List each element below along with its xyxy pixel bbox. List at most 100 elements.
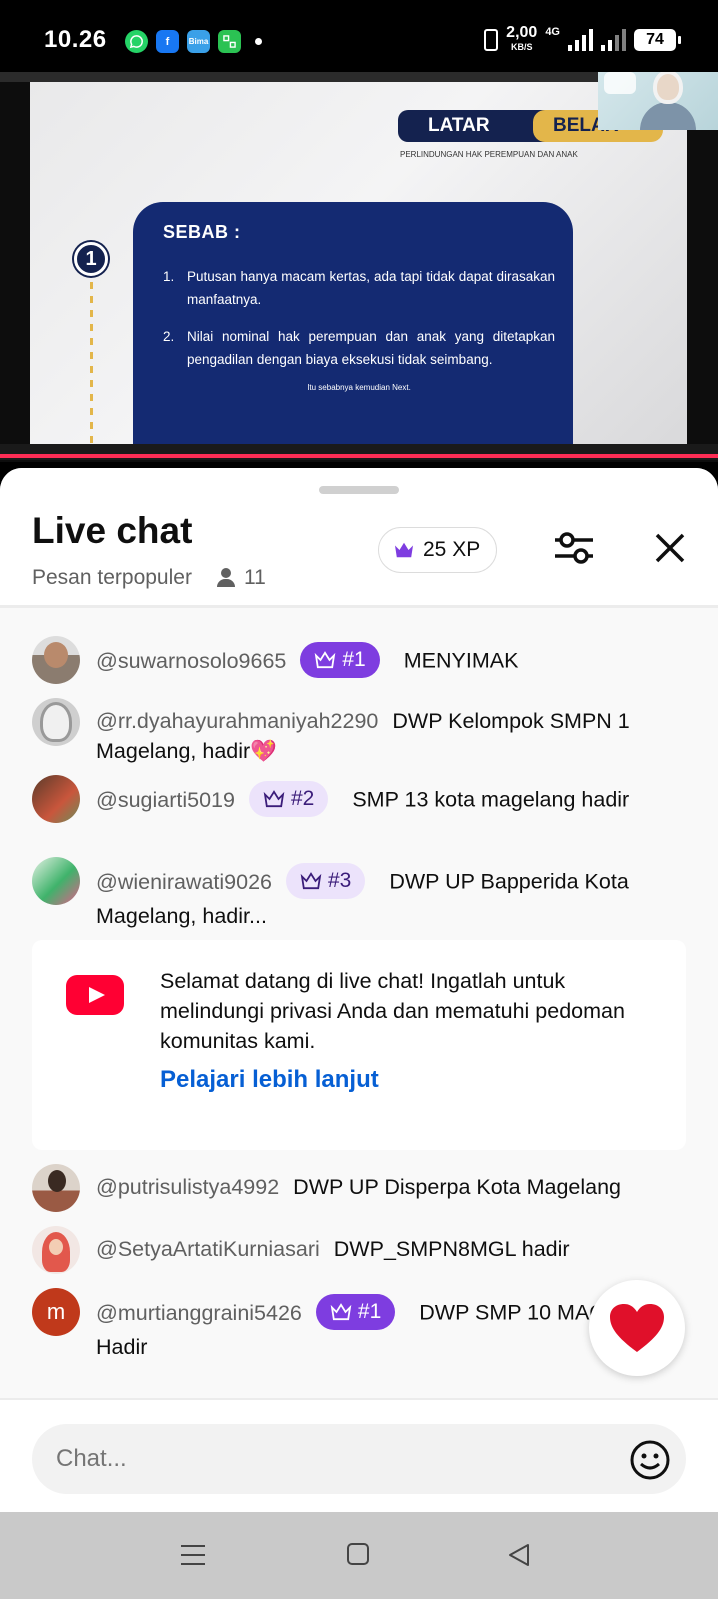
rank-label: #3 <box>328 869 352 892</box>
message-author: @SetyaArtatiKurniasari <box>96 1237 320 1261</box>
more-notifications-icon <box>255 38 262 45</box>
message-author: @murtianggraini5426 <box>96 1300 302 1325</box>
xp-badge[interactable]: 25 XP <box>378 527 498 573</box>
chat-message[interactable]: @wienirawati9026 #3 DWP UP Bapperida Kota … <box>32 857 692 928</box>
home-icon[interactable] <box>347 1543 369 1565</box>
system-nav-bar <box>0 1512 718 1599</box>
message-author: @rr.dyahayurahmaniyah2290 <box>96 709 379 733</box>
avatar[interactable] <box>32 698 80 746</box>
slide-subheading: PERLINDUNGAN HAK PEREMPUAN DAN ANAK <box>400 150 578 159</box>
slide-point-text: Putusan hanya macam kertas, ada tapi tid… <box>187 269 555 307</box>
avatar[interactable] <box>32 1164 80 1212</box>
network-speed: 2,00 KB/S <box>506 25 537 54</box>
message-body: @putrisulistya4992 DWP UP Disperpa Kota M… <box>96 1172 696 1202</box>
speaker-camera <box>598 72 718 130</box>
slide-heading-1: LATAR <box>428 115 490 136</box>
rank-badge: #1 <box>300 642 380 678</box>
person-icon <box>216 568 236 588</box>
network-speed-unit: KB/S <box>510 42 533 52</box>
camera-logo <box>604 72 636 94</box>
chat-message[interactable]: @SetyaArtatiKurniasari DWP_SMPN8MGL hadir <box>32 1226 692 1274</box>
video-progress-bar[interactable] <box>0 454 718 458</box>
message-author: @suwarnosolo9665 <box>96 648 287 673</box>
facebook-icon: f <box>156 30 179 53</box>
chat-input[interactable] <box>32 1424 686 1494</box>
presentation-slide: LATAR BELAK PERLINDUNGAN HAK PEREMPUAN D… <box>30 82 687 452</box>
message-body: @rr.dyahayurahmaniyah2290 DWP Kelompok SM… <box>96 706 696 766</box>
live-chat-header: Live chat Pesan terpopuler 11 25 XP <box>0 468 718 608</box>
slide-point: 2. Nilai nominal hak perempuan dan anak … <box>163 325 555 371</box>
avatar-letter: m <box>46 1299 66 1324</box>
slide-timeline <box>90 282 93 447</box>
heart-reaction-button[interactable] <box>589 1280 685 1376</box>
avatar[interactable]: m <box>32 1288 80 1336</box>
welcome-card: Selamat datang di live chat! Ingatlah un… <box>32 940 686 1150</box>
avatar[interactable] <box>32 857 80 905</box>
signal-icon <box>568 29 593 51</box>
network-type: 4G <box>545 26 560 38</box>
close-icon[interactable] <box>652 530 688 566</box>
live-chat-panel: Live chat Pesan terpopuler 11 25 XP @suw… <box>0 468 718 1514</box>
crown-icon <box>330 1303 352 1321</box>
speaker-body <box>640 102 696 130</box>
whatsapp-icon <box>125 30 148 53</box>
message-author: @sugiarti5019 <box>96 787 235 812</box>
live-chat-title: Live chat <box>32 510 193 551</box>
slide-point-text: Nilai nominal hak perempuan dan anak yan… <box>187 329 555 367</box>
chat-mode-label: Pesan terpopuler <box>32 566 192 589</box>
slide-point: 1. Putusan hanya macam kertas, ada tapi … <box>163 265 555 311</box>
crown-icon <box>315 651 336 669</box>
chat-mode-selector[interactable]: Pesan terpopuler 11 <box>32 566 266 590</box>
vibrate-icon <box>484 29 499 51</box>
message-body: @wienirawati9026 #3 DWP UP Bapperida Kota … <box>96 863 696 931</box>
message-body: @suwarnosolo9665 #1 MENYIMAK <box>96 642 696 680</box>
app-icon <box>218 30 241 53</box>
chat-message[interactable]: @suwarnosolo9665 #1 MENYIMAK <box>32 636 692 684</box>
slide-box-title: SEBAB : <box>163 222 241 242</box>
battery-icon: 74 <box>634 29 681 51</box>
bima-app-icon: Bima <box>187 30 210 53</box>
slide-step-number: 1 <box>74 242 108 276</box>
chat-message[interactable]: @sugiarti5019 #2 SMP 13 kota magelang hadi… <box>32 775 692 823</box>
crown-icon <box>263 790 285 808</box>
xp-label: 25 XP <box>423 538 481 561</box>
chat-message[interactable]: @putrisulistya4992 DWP UP Disperpa Kota M… <box>32 1164 692 1212</box>
back-icon[interactable] <box>506 1542 532 1568</box>
message-text: SMP 13 kota magelang hadir <box>352 787 630 812</box>
message-text: DWP_SMPN8MGL hadir <box>333 1237 570 1261</box>
avatar[interactable] <box>32 1226 80 1274</box>
notification-icons: f Bima <box>125 30 262 53</box>
rank-badge: #1 <box>315 1294 396 1330</box>
signal-icon-2 <box>601 29 626 51</box>
filter-icon[interactable] <box>553 528 595 568</box>
crown-icon <box>395 542 413 558</box>
message-author: @wienirawati9026 <box>96 869 272 894</box>
clock: 10.26 <box>44 26 107 53</box>
rank-badge: #3 <box>286 863 366 899</box>
slide-content-box: SEBAB : 1. Putusan hanya macam kertas, a… <box>133 202 573 452</box>
screen: 10.26 f Bima 2,00 KB/S 4G 74 LATAR BELAK… <box>0 0 718 1599</box>
rank-label: #1 <box>357 1300 382 1323</box>
status-bar: 10.26 f Bima 2,00 KB/S 4G 74 <box>0 0 718 72</box>
system-icons: 2,00 KB/S 4G 74 <box>484 25 681 54</box>
speaker-head <box>653 72 683 104</box>
message-text: DWP UP Disperpa Kota Magelang <box>293 1175 622 1199</box>
rank-label: #2 <box>290 787 315 810</box>
slide-point-number: 1. <box>163 269 175 284</box>
drag-handle[interactable] <box>319 486 399 494</box>
rank-label: #1 <box>342 648 366 671</box>
welcome-text: Selamat datang di live chat! Ingatlah un… <box>160 969 625 1053</box>
youtube-icon <box>66 975 124 1015</box>
recent-apps-icon[interactable] <box>180 1544 206 1566</box>
chat-message[interactable]: @rr.dyahayurahmaniyah2290 DWP Kelompok SM… <box>32 698 692 763</box>
heart-icon <box>610 1304 664 1352</box>
message-text: MENYIMAK <box>403 648 519 673</box>
emoji-icon[interactable] <box>629 1439 671 1481</box>
learn-more-link[interactable]: Pelajari lebih lanjut <box>160 1066 379 1094</box>
message-body: @SetyaArtatiKurniasari DWP_SMPN8MGL hadir <box>96 1234 696 1264</box>
rank-badge: #2 <box>248 781 329 817</box>
video-player[interactable]: LATAR BELAK PERLINDUNGAN HAK PEREMPUAN D… <box>0 72 718 462</box>
avatar[interactable] <box>32 775 80 823</box>
chat-input-bar <box>0 1398 718 1514</box>
avatar[interactable] <box>32 636 80 684</box>
